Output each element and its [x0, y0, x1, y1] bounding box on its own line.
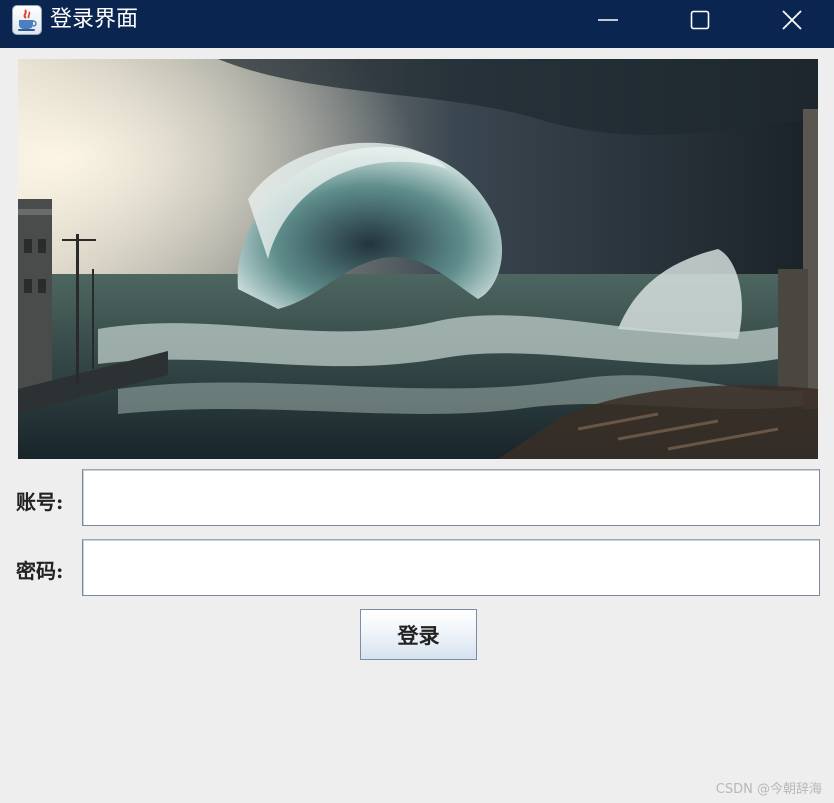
- java-app-icon: [12, 5, 42, 35]
- window-title: 登录界面: [50, 7, 139, 32]
- login-button[interactable]: 登录: [360, 609, 477, 660]
- storm-wave-illustration: [18, 59, 818, 459]
- password-input[interactable]: [82, 539, 820, 596]
- ocean-wave-image: [18, 59, 818, 459]
- content-panel: 账号: 密码: 登录 CSDN @今朝辞海: [0, 48, 834, 803]
- minimize-icon: [598, 19, 618, 21]
- account-input[interactable]: [82, 469, 820, 526]
- close-icon: [782, 10, 802, 30]
- account-label: 账号:: [16, 490, 64, 514]
- login-window: 登录界面 账号: 密码: 登录 CSDN @今朝辞海: [0, 0, 834, 803]
- watermark-text: CSDN @今朝辞海: [715, 782, 822, 797]
- minimize-button[interactable]: [562, 0, 654, 42]
- close-button[interactable]: [746, 0, 834, 42]
- title-bar[interactable]: 登录界面: [0, 0, 834, 48]
- maximize-button[interactable]: [654, 0, 746, 42]
- maximize-icon: [690, 10, 710, 30]
- password-label: 密码:: [16, 559, 64, 583]
